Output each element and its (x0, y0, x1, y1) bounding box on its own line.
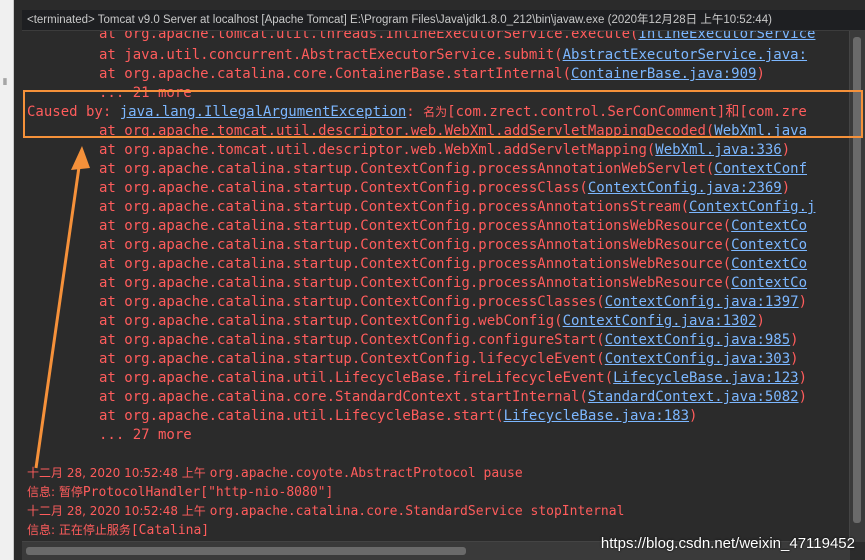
stack-line: at org.apache.catalina.util.LifecycleBas… (99, 408, 698, 424)
source-link[interactable]: LifecycleBase.java:123 (613, 370, 798, 386)
stack-line: at org.apache.tomcat.util.threads.Inline… (99, 31, 815, 44)
source-link[interactable]: LifecycleBase.java:183 (504, 408, 689, 424)
stack-line: at org.apache.catalina.core.StandardCont… (99, 389, 808, 405)
stack-line: at org.apache.catalina.startup.ContextCo… (99, 294, 808, 310)
stack-line: at org.apache.catalina.startup.ContextCo… (99, 275, 808, 291)
source-link[interactable]: ContextConfig.java:1397 (605, 294, 799, 310)
log-line: 信息: 正在停止服务[Catalina] (27, 523, 210, 538)
stack-line: at org.apache.catalina.startup.ContextCo… (99, 180, 791, 196)
source-link[interactable]: WebXml.java:336 (655, 142, 781, 158)
stack-line: at org.apache.catalina.startup.ContextCo… (99, 256, 808, 272)
log-line: 十二月 28, 2020 10:52:48 上午 org.apache.coyo… (27, 466, 523, 481)
stack-line: at org.apache.catalina.startup.ContextCo… (99, 218, 808, 234)
source-link[interactable]: ContextCo (731, 218, 807, 234)
ruler-mark-icon: ⦀ (3, 78, 7, 88)
horizontal-scroll-thumb[interactable] (26, 547, 466, 555)
source-link[interactable]: ContextConfig.java:2369 (588, 180, 782, 196)
log-line: 信息: 暂停ProtocolHandler["http-nio-8080"] (27, 485, 334, 500)
source-link[interactable]: InlineExecutorService (638, 31, 815, 42)
log-line: 十二月 28, 2020 10:52:48 上午 org.apache.cata… (27, 504, 625, 519)
stack-line: at org.apache.catalina.startup.ContextCo… (99, 199, 816, 215)
source-link[interactable]: StandardContext.java:5082 (588, 389, 799, 405)
source-link[interactable]: ContextCo (731, 256, 807, 272)
stack-line: at org.apache.catalina.util.LifecycleBas… (99, 370, 808, 386)
stack-line: at org.apache.catalina.core.ContainerBas… (99, 66, 765, 82)
error-highlight-box (23, 90, 863, 138)
watermark: https://blog.csdn.net/weixin_47119452 (600, 535, 855, 552)
source-link[interactable]: ContextConf (714, 161, 807, 177)
source-link[interactable]: ContextConfig.java:985 (605, 332, 790, 348)
source-link[interactable]: ContextConfig.java:1302 (563, 313, 757, 329)
source-link[interactable]: ContextConfig.java:303 (605, 351, 790, 367)
console-title-bar: <terminated> Tomcat v9.0 Server at local… (22, 10, 865, 31)
source-link[interactable]: ContextCo (731, 237, 807, 253)
stack-line: at org.apache.catalina.startup.ContextCo… (99, 161, 808, 177)
source-link[interactable]: ContextCo (731, 275, 807, 291)
source-link[interactable]: AbstractExecutorService.java: (563, 47, 807, 63)
stack-line: at org.apache.catalina.startup.ContextCo… (99, 351, 799, 367)
stack-line: at org.apache.catalina.startup.ContextCo… (99, 313, 765, 329)
stack-line: at java.util.concurrent.AbstractExecutor… (99, 47, 808, 63)
more-line: ... 27 more (99, 427, 192, 443)
left-gutter: ⦀ (0, 0, 14, 560)
source-link[interactable]: ContainerBase.java:909 (571, 66, 756, 82)
stack-line: at org.apache.catalina.startup.ContextCo… (99, 332, 799, 348)
stack-line: at org.apache.tomcat.util.descriptor.web… (99, 142, 791, 158)
stack-line: at org.apache.catalina.startup.ContextCo… (99, 237, 808, 253)
source-link[interactable]: ContextConfig.j (689, 199, 815, 215)
